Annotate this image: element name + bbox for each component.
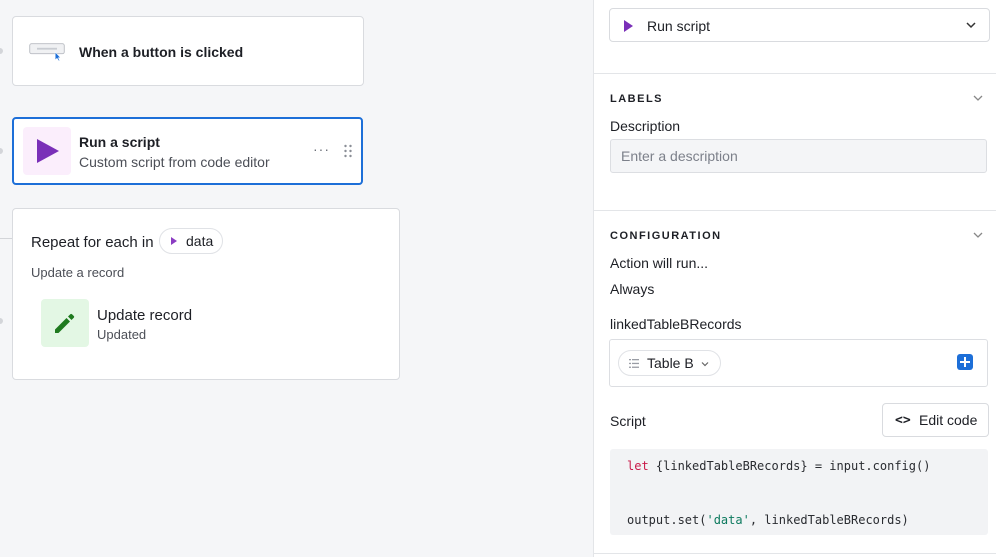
repeat-group-card[interactable]: Repeat for each in data Update a record … — [12, 208, 400, 380]
code-text: output.set( — [627, 513, 707, 527]
script-output-icon — [171, 237, 177, 245]
trigger-title: When a button is clicked — [79, 44, 244, 60]
repeat-title: Repeat for each in — [31, 234, 154, 251]
description-label: Description — [610, 118, 681, 134]
action-type-label: Run script — [647, 18, 711, 34]
run-script-card[interactable]: Run a script Custom script from code edi… — [12, 117, 363, 185]
config-panel: Run script LABELS Description CONFIGURAT… — [593, 0, 996, 557]
configuration-section-title[interactable]: CONFIGURATION — [610, 230, 722, 242]
script-label: Script — [610, 413, 646, 429]
pencil-icon — [55, 313, 75, 333]
run-condition-label: Action will run... — [610, 255, 709, 271]
trigger-card[interactable]: When a button is clicked — [12, 16, 364, 86]
automation-canvas: When a button is clicked Run a script Cu… — [0, 0, 593, 557]
code-keyword: let — [627, 459, 649, 473]
connector-line — [0, 238, 12, 239]
connector-dot — [0, 148, 3, 154]
run-script-subtitle: Custom script from code editor — [79, 154, 270, 170]
run-script-title: Run a script — [79, 134, 160, 150]
divider — [594, 553, 996, 554]
play-icon — [624, 20, 633, 32]
code-icon: <> — [895, 413, 911, 428]
code-line-1: let {linkedTableBRecords} = input.config… — [627, 459, 930, 473]
labels-section-title[interactable]: LABELS — [610, 93, 663, 105]
code-text: , linkedTableBRecords) — [749, 513, 909, 527]
button-click-icon — [29, 43, 65, 61]
input-variable-value-box[interactable]: Table B — [609, 339, 988, 387]
action-type-select[interactable]: Run script — [609, 8, 990, 42]
run-condition-value[interactable]: Always — [610, 281, 654, 297]
chevron-down-icon — [701, 362, 709, 367]
repeat-source-label: data — [186, 233, 214, 249]
update-record-subtitle: Updated — [97, 327, 147, 342]
add-value-icon[interactable] — [957, 354, 973, 370]
run-script-icon-box — [23, 127, 71, 175]
connector-dot — [0, 48, 3, 54]
update-record-title: Update record — [97, 307, 193, 324]
repeat-subtitle: Update a record — [31, 265, 125, 280]
drag-handle-icon[interactable] — [343, 144, 353, 158]
code-text: {linkedTableBRecords} = input.config() — [648, 459, 931, 473]
script-preview[interactable]: let {linkedTableBRecords} = input.config… — [610, 449, 988, 535]
divider — [594, 210, 996, 211]
divider — [594, 73, 996, 74]
chevron-down-icon[interactable] — [972, 229, 984, 241]
more-options-icon[interactable]: ··· — [313, 141, 330, 157]
play-icon — [37, 139, 59, 163]
code-line-2: output.set('data', linkedTableBRecords) — [627, 513, 909, 527]
description-input[interactable] — [610, 139, 987, 173]
connector-dot — [0, 318, 3, 324]
edit-code-button[interactable]: <> Edit code — [882, 403, 989, 437]
repeat-source-chip[interactable]: data — [159, 228, 224, 254]
chevron-down-icon — [966, 22, 976, 29]
code-string: 'data' — [706, 513, 750, 527]
edit-code-label: Edit code — [919, 412, 978, 428]
update-record-icon-box[interactable] — [41, 299, 89, 347]
chevron-down-icon[interactable] — [972, 92, 984, 104]
table-b-label: Table B — [647, 355, 694, 371]
list-icon — [629, 359, 639, 368]
input-variable-name: linkedTableBRecords — [610, 316, 742, 332]
table-b-chip[interactable]: Table B — [618, 350, 721, 376]
